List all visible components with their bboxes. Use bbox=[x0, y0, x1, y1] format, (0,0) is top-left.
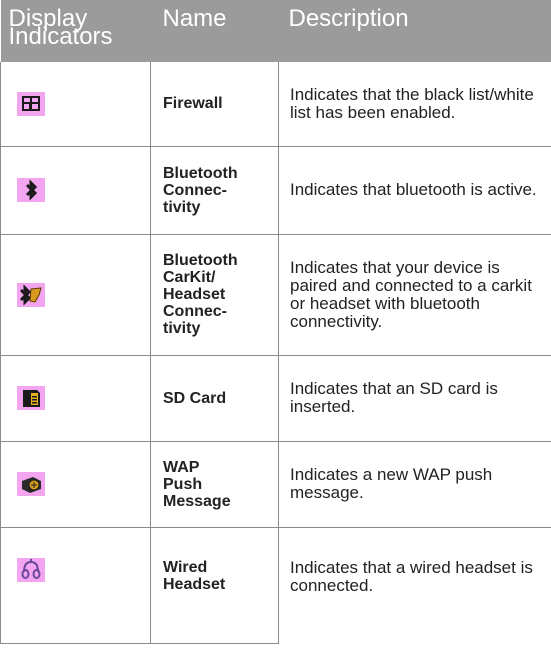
indicator-description: Indicates that the black list/white list… bbox=[278, 62, 551, 147]
header-display-indicators: Display Indicators bbox=[0, 0, 151, 62]
indicator-name: SD Card bbox=[163, 389, 227, 407]
indicator-name: Firewall bbox=[163, 95, 223, 113]
table-row: Firewall Indicates that the black list/w… bbox=[0, 62, 551, 147]
indicator-description: Indicates that an SD card is inserted. bbox=[278, 355, 551, 442]
sd-card-icon bbox=[17, 386, 45, 410]
bluetooth-icon bbox=[17, 178, 45, 202]
wired-headset-icon bbox=[17, 557, 45, 582]
firewall-icon bbox=[17, 91, 45, 116]
indicator-name: Wired bbox=[163, 558, 208, 576]
indicator-description: Indicates that bluetooth is active. bbox=[278, 146, 551, 235]
table-header-row: Display Indicators Name Description bbox=[0, 0, 551, 62]
table-row: Bluetooth CarKit/ Headset Connec- tivity… bbox=[0, 234, 551, 356]
indicator-name: Bluetooth bbox=[163, 252, 238, 269]
indicator-name: Bluetooth bbox=[163, 164, 238, 182]
display-indicators-table: Display Indicators Name Description Fire… bbox=[0, 0, 551, 644]
table-row: WAP Push Message Indicates a new WAP pus… bbox=[0, 441, 551, 528]
wap-push-message-icon bbox=[17, 472, 45, 496]
table-row: SD Card Indicates that an SD card is ins… bbox=[0, 355, 551, 442]
indicator-name: WAP bbox=[163, 458, 200, 476]
table-row: Bluetooth Connec- tivity Indicates that … bbox=[0, 146, 551, 235]
indicator-description: Indicates that a wired headset is connec… bbox=[278, 527, 551, 643]
indicator-description: Indicates that your device is paired and… bbox=[278, 234, 551, 356]
indicator-description: Indicates a new WAP push message. bbox=[278, 441, 551, 528]
indicator-table-page: Display Indicators Name Description Fire… bbox=[0, 0, 551, 653]
header-name: Name bbox=[150, 0, 279, 62]
table-row: Wired Headset Indicates that a wired hea… bbox=[0, 527, 551, 644]
header-description: Description bbox=[278, 0, 551, 62]
bluetooth-carkit-icon bbox=[17, 282, 45, 307]
